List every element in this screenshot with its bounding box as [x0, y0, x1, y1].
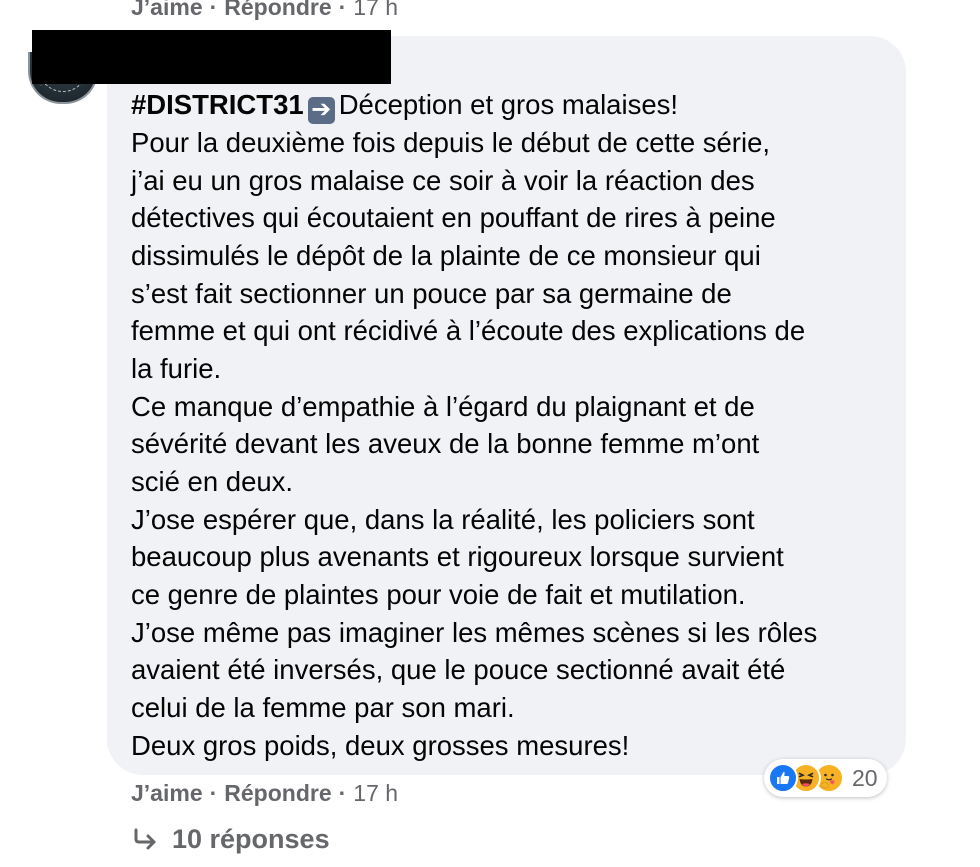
reaction-count: 20 — [852, 764, 878, 791]
comment-line: scié en deux. — [131, 465, 294, 497]
comment-line: sévérité devant les aveux de la bonne fe… — [131, 428, 760, 460]
comment-actions: J’aime · Répondre · 17 h — [131, 780, 398, 807]
comment-line: femme et qui ont récidivé à l’écoute des… — [131, 315, 806, 347]
separator-dot: · — [338, 780, 347, 806]
reply-arrow-icon — [134, 828, 156, 849]
headline-text: Déception et gros malaises! — [338, 89, 679, 120]
comment-line: dissimulés le dépôt de la plainte de ce … — [131, 239, 761, 271]
like-link[interactable]: J’aime — [131, 780, 203, 807]
comment-line: détectives qui écoutaient en pouffant de… — [131, 202, 776, 234]
comment-line: celui de la femme par son mari. — [131, 691, 515, 723]
comment-line: J’ose même pas imaginer les mêmes scènes… — [131, 616, 818, 648]
separator-dot: · — [338, 0, 347, 20]
comment-line: ce genre de plaintes pour voie de fait e… — [131, 578, 746, 610]
timestamp[interactable]: 17 h — [353, 780, 398, 807]
comment-line: beaucoup plus avenants et rigoureux lors… — [131, 541, 784, 573]
previous-comment-actions: J’aime · Répondre · 17 h — [131, 0, 398, 21]
facebook-comment-page: J’aime · Répondre · 17 h · · · #DISTRICT… — [0, 0, 980, 867]
comment-line: s’est fait sectionner un pouce par sa ge… — [131, 277, 732, 309]
timestamp[interactable]: 17 h — [353, 0, 398, 21]
reply-link[interactable]: Répondre — [224, 0, 331, 21]
comment-headline: #DISTRICT31 ➔ Déception et gros malaises! — [131, 86, 901, 124]
replies-count-label: 10 réponses — [172, 824, 330, 854]
like-icon — [768, 763, 798, 793]
comment-line: Ce manque d’empathie à l’égard du plaign… — [131, 390, 755, 422]
redacted-author-name — [32, 30, 391, 84]
like-link[interactable]: J’aime — [131, 0, 203, 21]
separator-dot: · — [209, 780, 218, 806]
reply-link[interactable]: Répondre — [224, 780, 331, 807]
reactions-summary[interactable]: 20 — [764, 759, 887, 797]
hashtag-link[interactable]: #DISTRICT31 — [131, 89, 304, 120]
comment-line: J’ose espérer que, dans la réalité, les … — [131, 503, 755, 535]
right-arrow-emoji-icon: ➔ — [307, 97, 335, 124]
view-replies-button[interactable]: 10 réponses — [132, 824, 330, 855]
comment-line: j’ai eu un gros malaise ce soir à voir l… — [131, 164, 755, 196]
comment-text: #DISTRICT31 ➔ Déception et gros malaises! … — [131, 86, 901, 764]
separator-dot: · — [209, 0, 218, 20]
comment-line: avaient été inversés, que le pouce secti… — [131, 654, 786, 686]
comment-line: la furie. — [131, 352, 222, 384]
comment-line: Pour la deuxième fois depuis le début de… — [131, 127, 770, 158]
